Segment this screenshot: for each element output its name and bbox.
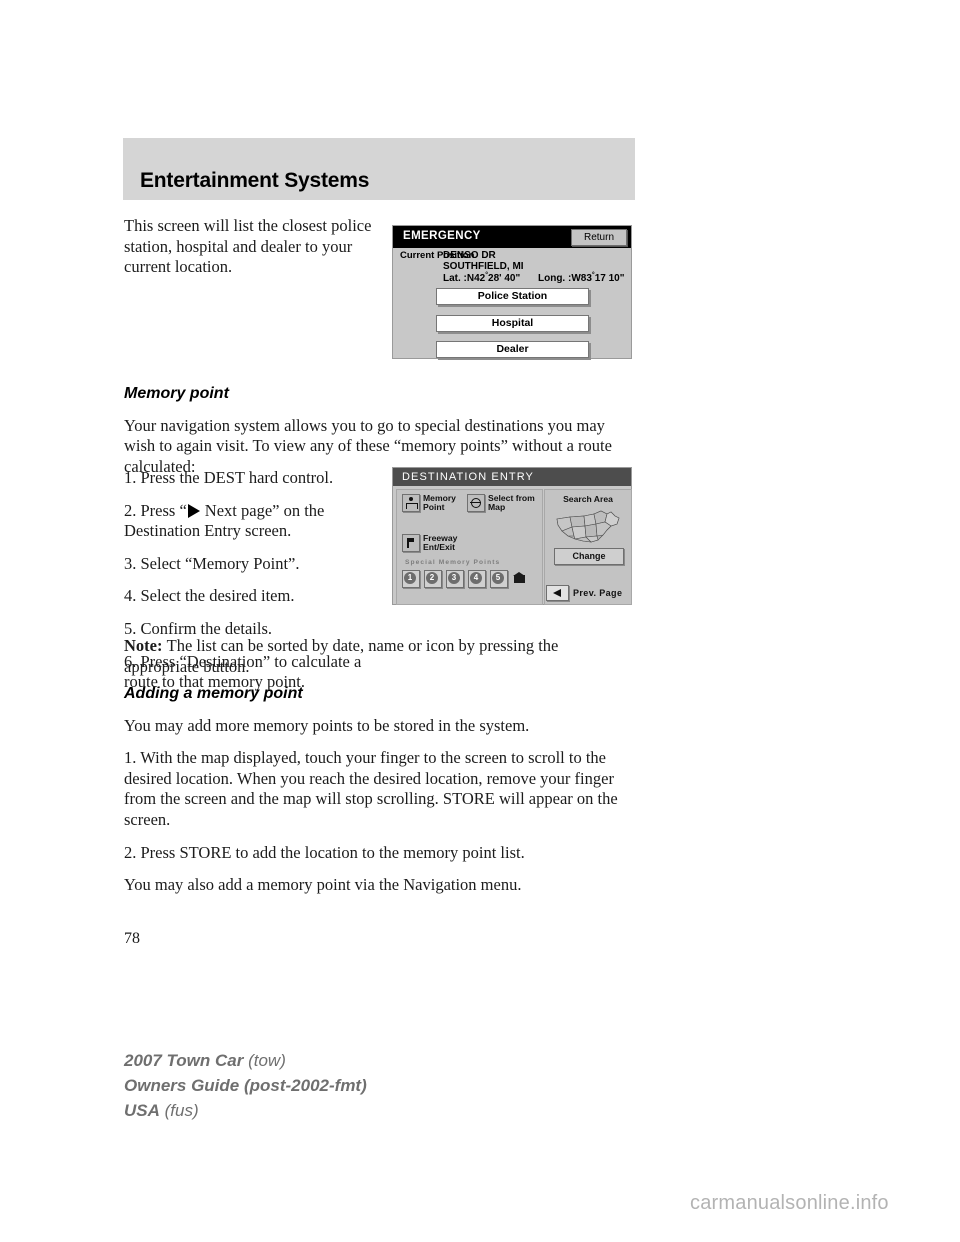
hospital-button[interactable]: Hospital [436,315,589,332]
emergency-screen-title: EMERGENCY [403,230,481,242]
adding-memory-point-closing: You may also add a memory point via the … [124,875,522,895]
special-memory-point-4-number: 4 [470,572,482,584]
special-memory-point-5-button[interactable]: 5 [490,570,508,588]
prev-page-label: Prev. Page [573,588,623,598]
prev-page-arrow-icon[interactable] [546,585,569,601]
special-memory-point-4-button[interactable]: 4 [468,570,486,588]
us-map-icon [556,510,620,543]
page-title: Entertainment Systems [140,169,370,192]
next-page-arrow-icon [187,503,200,518]
note-paragraph: Note: The list can be sorted by date, na… [124,636,636,677]
longitude-readout: Long. :W83°17 10" [538,272,625,284]
globe-icon [467,494,485,512]
site-watermark: carmanualsonline.info [690,1192,889,1214]
freeway-ent-exit-menu-label: Freeway Ent/Exit [423,533,458,552]
change-search-area-button[interactable]: Change [554,548,624,565]
note-label: Note: [124,636,167,655]
home-icon[interactable] [512,570,528,586]
adding-memory-point-intro: You may add more memory points to be sto… [124,715,530,735]
special-memory-point-1-number: 1 [404,572,416,584]
police-station-button[interactable]: Police Station [436,288,589,305]
footer-model: 2007 Town Car [124,1051,244,1070]
select-from-map-menu-item[interactable]: Select from Map [467,494,535,512]
freeway-flag-icon [402,534,420,552]
special-memory-points-row: 1 2 3 4 5 [402,570,528,588]
special-memory-point-5-number: 5 [492,572,504,584]
footer-line-3: USA (fus) [124,1098,367,1123]
emergency-screen-illustration: EMERGENCY Return Current Position DENSO … [392,225,632,359]
freeway-ent-exit-menu-item[interactable]: Freeway Ent/Exit [402,534,457,552]
return-button[interactable]: Return [571,229,627,246]
intro-paragraph-block: This screen will list the closest police… [124,216,386,278]
intro-paragraph: This screen will list the closest police… [124,216,372,277]
dealer-button[interactable]: Dealer [436,341,589,358]
special-memory-point-3-button[interactable]: 3 [446,570,464,588]
note-text: The list can be sorted by date, name or … [124,636,559,676]
current-position-address: DENSO DR SOUTHFIELD, MI [443,250,524,272]
destination-entry-left-panel: Memory Point Select from Map Freeway Ent… [396,489,543,605]
footer-model-code: (tow) [243,1051,286,1070]
memory-point-step-2: 2. Press “Next page” on the Destination … [124,500,325,541]
search-area-label: Search Area [563,494,613,504]
memory-point-menu-label: Memory Point [423,493,456,512]
destination-entry-screen-illustration: DESTINATION ENTRY Memory Point Select fr… [392,467,632,605]
document-footer: 2007 Town Car (tow) Owners Guide (post-2… [124,1048,367,1123]
adding-memory-point-section: Adding a memory point You may add more m… [124,684,636,896]
memory-point-menu-item[interactable]: Memory Point [402,494,456,512]
note-block: Note: The list can be sorted by date, na… [124,636,636,677]
footer-market: USA [124,1101,160,1120]
memory-point-icon [402,494,420,512]
destination-entry-screen-title: DESTINATION ENTRY [402,471,534,483]
adding-memory-point-step-1: 1. With the map displayed, touch your fi… [124,748,618,829]
manual-page: Entertainment Systems This screen will l… [0,0,960,1242]
memory-point-step-1: 1. Press the DEST hard control. [124,468,334,487]
special-memory-point-2-number: 2 [426,572,438,584]
memory-point-step-4: 4. Select the desired item. [124,586,295,606]
page-number: 78 [124,930,140,947]
footer-market-code: (fus) [159,1101,199,1120]
adding-memory-point-heading: Adding a memory point [124,685,303,702]
prev-page-control[interactable]: Prev. Page [546,585,622,601]
special-memory-point-2-button[interactable]: 2 [424,570,442,588]
special-memory-points-label: Special Memory Points [405,559,501,566]
adding-memory-point-step-2: 2. Press STORE to add the location to th… [124,842,525,862]
special-memory-point-1-button[interactable]: 1 [402,570,420,588]
footer-line-2: Owners Guide (post-2002-fmt) [124,1073,367,1098]
footer-line-1: 2007 Town Car (tow) [124,1048,367,1073]
latitude-readout: Lat. :N42°28' 40" [443,272,521,284]
memory-point-section: Memory point Your navigation system allo… [124,384,636,477]
select-from-map-menu-label: Select from Map [488,493,535,512]
footer-guide: Owners Guide (post-2002-fmt) [124,1076,367,1095]
memory-point-heading: Memory point [124,385,229,402]
special-memory-point-3-number: 3 [448,572,460,584]
memory-point-step-3: 3. Select “Memory Point”. [124,553,300,573]
